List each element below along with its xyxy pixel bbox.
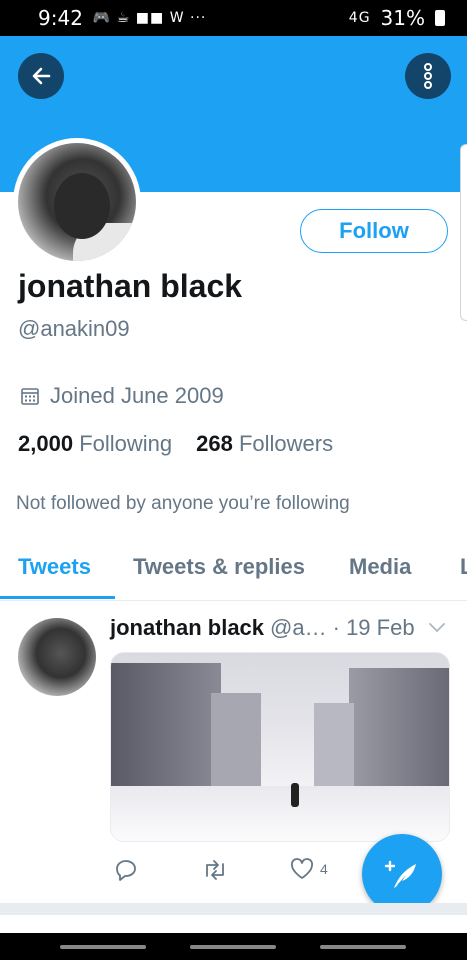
profile-avatar[interactable]: [13, 138, 141, 266]
status-time: 9:42: [38, 6, 83, 30]
status-bar: 9:42 🎮 ☕ ■■ W ··· 4G 31%: [0, 0, 467, 36]
nav-recents-handle[interactable]: [60, 945, 146, 949]
tweet-media-image[interactable]: [110, 652, 450, 842]
following-stat[interactable]: 2,000 Following: [18, 431, 172, 457]
joined-date: Joined June 2009: [20, 383, 224, 409]
like-count: 4: [320, 861, 328, 877]
system-nav-bar: [0, 933, 467, 960]
profile-handle: @anakin09: [18, 316, 130, 341]
compose-tweet-button[interactable]: [362, 834, 442, 914]
followers-you-know: Not followed by anyone you’re following: [16, 493, 350, 514]
calendar-icon: [21, 388, 39, 405]
tab-tweets-replies[interactable]: Tweets & replies: [133, 554, 305, 580]
followers-count: 268: [196, 431, 233, 456]
nav-back-handle[interactable]: [320, 945, 406, 949]
nav-home-handle[interactable]: [190, 945, 276, 949]
profile-name: jonathan black: [18, 268, 243, 304]
back-button[interactable]: [18, 53, 64, 99]
more-vertical-icon: [424, 63, 432, 89]
notification-icons: 🎮 ☕ ■■ W ···: [92, 10, 207, 26]
network-indicator: 4G: [348, 10, 371, 26]
joined-text: Joined June 2009: [50, 383, 224, 408]
compose-feather-icon: [384, 860, 416, 888]
heart-icon: [291, 858, 313, 879]
retweet-button[interactable]: [202, 858, 228, 882]
section-divider: [0, 903, 467, 915]
retweet-icon: [206, 860, 224, 880]
arrow-left-icon: [32, 67, 51, 85]
avatar-photo: [18, 143, 136, 261]
battery-icon: [435, 10, 445, 26]
next-content-peek: [0, 915, 467, 933]
tab-likes[interactable]: L: [460, 554, 467, 580]
reply-icon: [116, 860, 136, 881]
tweet-header: jonathan black @a… · 19 Feb: [110, 615, 415, 641]
active-tab-indicator: [0, 596, 115, 599]
side-panel-edge: [460, 144, 467, 321]
chevron-down-icon[interactable]: [428, 620, 446, 634]
followers-stat[interactable]: 268 Followers: [196, 431, 333, 457]
more-options-button[interactable]: [405, 53, 451, 99]
followers-label: Followers: [238, 431, 334, 456]
tweet-actions: 4: [110, 858, 350, 888]
follow-button[interactable]: Follow: [300, 209, 448, 253]
following-count: 2,000: [18, 431, 74, 456]
tweet-author-name: jonathan black: [110, 615, 265, 640]
tab-tweets[interactable]: Tweets: [18, 554, 91, 580]
like-button[interactable]: 4: [290, 858, 328, 880]
profile-tabs: Tweets Tweets & replies Media L: [0, 540, 467, 601]
tweet-author-handle: @a…: [270, 615, 327, 640]
battery-level: 31%: [380, 6, 425, 30]
tweet-avatar[interactable]: [18, 618, 96, 696]
following-label: Following: [79, 431, 173, 456]
tweet-date: · 19 Feb: [332, 615, 415, 640]
follow-stats: 2,000 Following 268 Followers: [18, 431, 333, 457]
reply-button[interactable]: [114, 858, 138, 882]
tab-media[interactable]: Media: [349, 554, 411, 580]
